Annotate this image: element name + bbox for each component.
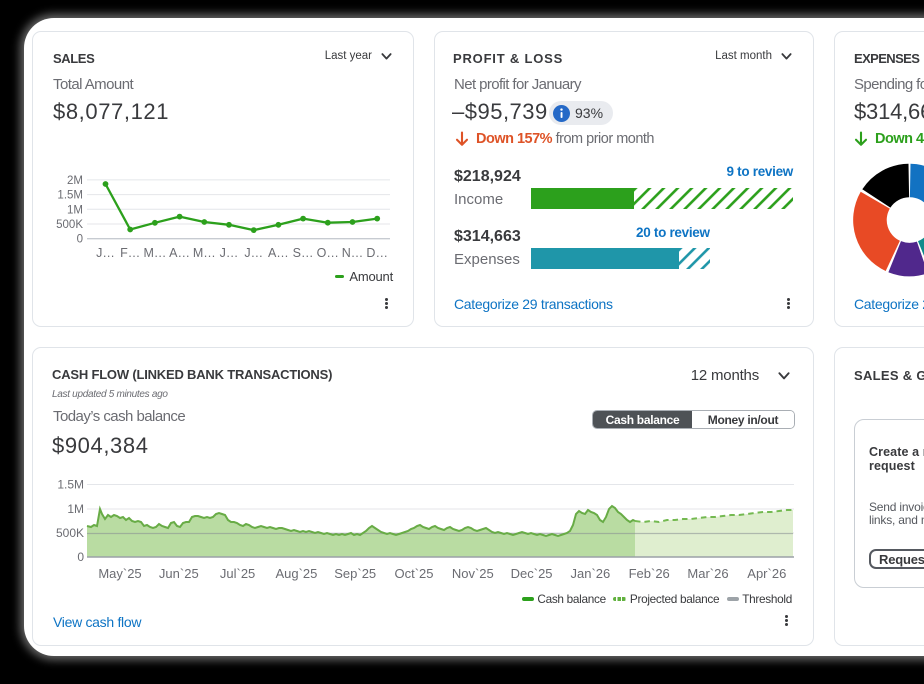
svg-text:0: 0 xyxy=(77,234,83,246)
svg-text:M…: M… xyxy=(143,246,166,260)
svg-text:J…: J… xyxy=(220,246,239,260)
svg-text:O…: O… xyxy=(317,246,339,260)
svg-text:A…: A… xyxy=(169,246,190,260)
svg-text:2M: 2M xyxy=(67,175,83,187)
svg-text:1M: 1M xyxy=(67,502,84,516)
svg-text:500K: 500K xyxy=(56,526,84,540)
svg-text:Feb`26: Feb`26 xyxy=(629,566,670,581)
svg-text:1.5M: 1.5M xyxy=(57,478,84,492)
svg-text:A…: A… xyxy=(268,246,289,260)
svg-text:May`25: May`25 xyxy=(98,566,141,581)
svg-text:Jun`25: Jun`25 xyxy=(159,566,199,581)
svg-text:J…: J… xyxy=(244,246,263,260)
svg-text:Sep`25: Sep`25 xyxy=(334,566,376,581)
svg-text:Jan`26: Jan`26 xyxy=(571,566,611,581)
svg-text:N…: N… xyxy=(342,246,364,260)
svg-text:Mar`26: Mar`26 xyxy=(687,566,728,581)
svg-text:1M: 1M xyxy=(67,204,83,216)
svg-text:500K: 500K xyxy=(56,219,83,231)
svg-text:1.5M: 1.5M xyxy=(57,190,83,202)
svg-text:Jul`25: Jul`25 xyxy=(220,566,255,581)
svg-text:Oct`25: Oct`25 xyxy=(394,566,433,581)
svg-text:0: 0 xyxy=(77,550,84,564)
svg-text:J…: J… xyxy=(96,246,115,260)
svg-text:Aug`25: Aug`25 xyxy=(275,566,317,581)
svg-text:Apr`26: Apr`26 xyxy=(747,566,786,581)
svg-text:M…: M… xyxy=(193,246,216,260)
svg-text:Dec`25: Dec`25 xyxy=(511,566,553,581)
svg-text:D…: D… xyxy=(366,246,388,260)
svg-text:S…: S… xyxy=(293,246,314,260)
svg-text:F…: F… xyxy=(120,246,140,260)
svg-text:Nov`25: Nov`25 xyxy=(452,566,494,581)
